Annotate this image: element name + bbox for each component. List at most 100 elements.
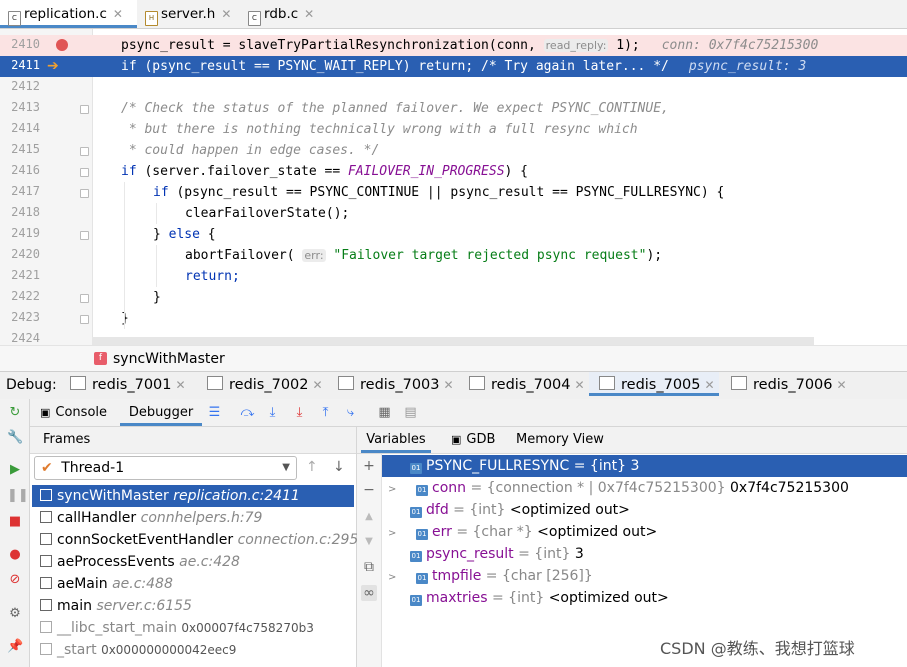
chevron-right-icon[interactable]: > bbox=[388, 523, 402, 545]
frame-address: 0x000000000042eec9 bbox=[101, 643, 237, 657]
frame-row[interactable]: __libc_start_main 0x00007f4c758270b3 bbox=[32, 617, 354, 639]
session-tab[interactable]: redis_7001 ✕ bbox=[70, 372, 190, 399]
close-icon[interactable]: ✕ bbox=[444, 378, 454, 392]
wrench-icon[interactable]: 🔧 bbox=[7, 430, 23, 446]
frame-row[interactable]: aeMain ae.c:488 bbox=[32, 573, 354, 595]
code-line-2418[interactable]: 2418 clearFailoverState(); bbox=[0, 203, 907, 224]
session-tab-active[interactable]: redis_7005 ✕ bbox=[589, 372, 719, 396]
fold-marker-icon[interactable] bbox=[80, 147, 89, 156]
variable-row[interactable]: >01 conn = {connection * | 0x7f4c75215300… bbox=[382, 477, 907, 499]
thread-select[interactable]: ✔ Thread-1 ▼ bbox=[34, 456, 297, 480]
thread-up-icon[interactable]: ↑ bbox=[306, 459, 318, 475]
tab-variables[interactable]: Variables bbox=[361, 427, 431, 453]
variable-row[interactable]: >01 tmpfile = {char [256]} bbox=[382, 565, 907, 587]
fold-marker-icon[interactable] bbox=[80, 231, 89, 240]
code-line-2411[interactable]: 2411 ➔ if (psync_result == PSYNC_WAIT_RE… bbox=[0, 56, 907, 77]
code-line-2421[interactable]: 2421 return; bbox=[0, 266, 907, 287]
stop-icon[interactable]: ■ bbox=[7, 514, 23, 530]
line-number: 2410 bbox=[11, 37, 40, 51]
tab-console[interactable]: ▣ Console bbox=[40, 399, 107, 426]
variable-row[interactable]: 01 psync_result = {int} 3 bbox=[382, 543, 907, 565]
code-line-2417[interactable]: 2417 if (psync_result == PSYNC_CONTINUE … bbox=[0, 182, 907, 203]
code-line-2419[interactable]: 2419 } else { bbox=[0, 224, 907, 245]
frame-row[interactable]: main server.c:6155 bbox=[32, 595, 354, 617]
session-tab[interactable]: redis_7004 ✕ bbox=[469, 372, 589, 399]
frame-row[interactable]: _start 0x000000000042eec9 bbox=[32, 639, 354, 661]
trace-icon[interactable]: ▤ bbox=[403, 405, 418, 420]
line-number: 2423 bbox=[11, 310, 40, 324]
breakpoint-icon[interactable] bbox=[56, 39, 68, 51]
horizontal-scrollbar[interactable] bbox=[92, 337, 814, 345]
close-icon[interactable]: ✕ bbox=[176, 378, 186, 392]
close-icon[interactable]: ✕ bbox=[313, 378, 323, 392]
variable-row[interactable]: >01 err = {char *} <optimized out> bbox=[382, 521, 907, 543]
move-down-icon[interactable]: ▼ bbox=[361, 534, 377, 550]
variable-row[interactable]: 01 PSYNC_FULLRESYNC = {int} 3 bbox=[382, 455, 907, 477]
frame-row[interactable]: callHandler connhelpers.h:79 bbox=[32, 507, 354, 529]
run-to-cursor-icon[interactable]: ⤷ bbox=[343, 405, 358, 420]
close-icon[interactable]: ✕ bbox=[575, 378, 585, 392]
step-over-icon[interactable]: ⤓ bbox=[265, 405, 280, 420]
session-tab[interactable]: redis_7002 ✕ bbox=[207, 372, 327, 399]
close-icon[interactable]: ✕ bbox=[113, 7, 123, 21]
code-editor[interactable]: 2410 psync_result = slaveTryPartialResyn… bbox=[0, 29, 907, 345]
frame-row[interactable]: connSocketEventHandler connection.c:295 bbox=[32, 529, 358, 551]
close-icon[interactable]: ✕ bbox=[705, 378, 715, 392]
menu-icon[interactable]: ☰ bbox=[207, 405, 222, 420]
close-icon[interactable]: ✕ bbox=[304, 7, 314, 21]
fold-marker-icon[interactable] bbox=[80, 189, 89, 198]
tab-memory-view[interactable]: Memory View bbox=[516, 427, 604, 453]
fold-marker-icon[interactable] bbox=[80, 315, 89, 324]
fold-marker-icon[interactable] bbox=[80, 168, 89, 177]
tab-label: replication.c bbox=[24, 6, 107, 22]
evaluate-icon[interactable]: ▦ bbox=[377, 405, 392, 420]
show-execution-point-icon[interactable]: ⤼ bbox=[240, 405, 255, 420]
session-tab[interactable]: redis_7003 ✕ bbox=[338, 372, 458, 399]
variable-value: 0x7f4c75215300 bbox=[730, 480, 849, 496]
gear-icon[interactable]: ⚙ bbox=[7, 606, 23, 622]
copy-icon[interactable]: ⧉ bbox=[361, 559, 377, 575]
code-line-2416[interactable]: 2416 if (server.failover_state == FAILOV… bbox=[0, 161, 907, 182]
close-icon[interactable]: ✕ bbox=[221, 7, 231, 21]
fold-marker-icon[interactable] bbox=[80, 105, 89, 114]
chevron-right-icon[interactable]: > bbox=[388, 567, 402, 589]
code-line-2413[interactable]: 2413 /* Check the status of the planned … bbox=[0, 98, 907, 119]
chevron-right-icon[interactable]: > bbox=[388, 479, 402, 501]
tab-gdb[interactable]: ▣ GDB bbox=[451, 427, 495, 453]
pause-icon[interactable]: ❚❚ bbox=[7, 488, 29, 504]
code-line-2414[interactable]: 2414 * but there is nothing technically … bbox=[0, 119, 907, 140]
add-watch-icon[interactable]: + bbox=[361, 458, 377, 474]
view-breakpoints-icon[interactable]: ● bbox=[7, 547, 23, 563]
mute-breakpoints-icon[interactable]: ⊘ bbox=[7, 572, 23, 588]
code-line-2420[interactable]: 2420 abortFailover( err: "Failover targe… bbox=[0, 245, 907, 266]
tab-server-h[interactable]: Hserver.h ✕ bbox=[137, 0, 240, 28]
breadcrumb[interactable]: f syncWithMaster bbox=[0, 345, 907, 372]
variable-row[interactable]: 01 maxtries = {int} <optimized out> bbox=[382, 587, 907, 609]
code-line-2415[interactable]: 2415 * could happen in edge cases. */ bbox=[0, 140, 907, 161]
fold-marker-icon[interactable] bbox=[80, 294, 89, 303]
code-text: } bbox=[153, 290, 161, 305]
remove-watch-icon[interactable]: − bbox=[361, 482, 377, 498]
resume-icon[interactable]: ▶ bbox=[7, 462, 23, 478]
code-line-2412[interactable]: 2412 bbox=[0, 77, 907, 98]
step-out-icon[interactable]: ⤒ bbox=[318, 405, 333, 420]
tab-debugger[interactable]: Debugger bbox=[120, 399, 202, 426]
thread-down-icon[interactable]: ↓ bbox=[333, 459, 345, 475]
pin-icon[interactable]: 📌 bbox=[7, 639, 23, 655]
code-line-2422[interactable]: 2422 } bbox=[0, 287, 907, 308]
rerun-icon[interactable]: ↻ bbox=[7, 405, 23, 421]
code-line-2423[interactable]: 2423 } bbox=[0, 308, 907, 329]
frame-row[interactable]: syncWithMaster replication.c:2411 bbox=[32, 485, 354, 507]
step-into-icon[interactable]: ⤓ bbox=[292, 405, 307, 420]
tab-replication-c[interactable]: Creplication.c ✕ bbox=[0, 0, 137, 28]
session-tab[interactable]: redis_7006 ✕ bbox=[731, 372, 861, 399]
move-up-icon[interactable]: ▲ bbox=[361, 509, 377, 525]
tab-rdb-c[interactable]: Crdb.c ✕ bbox=[240, 0, 330, 28]
variable-row[interactable]: 01 dfd = {int} <optimized out> bbox=[382, 499, 907, 521]
code-text: psync_result = slaveTryPartialResynchron… bbox=[121, 38, 544, 53]
close-icon[interactable]: ✕ bbox=[837, 378, 847, 392]
frame-row[interactable]: aeProcessEvents ae.c:428 bbox=[32, 551, 354, 573]
glasses-icon[interactable]: ∞ bbox=[361, 585, 377, 601]
code-line-2410[interactable]: 2410 psync_result = slaveTryPartialResyn… bbox=[0, 35, 907, 56]
breadcrumb-label[interactable]: syncWithMaster bbox=[113, 346, 225, 372]
